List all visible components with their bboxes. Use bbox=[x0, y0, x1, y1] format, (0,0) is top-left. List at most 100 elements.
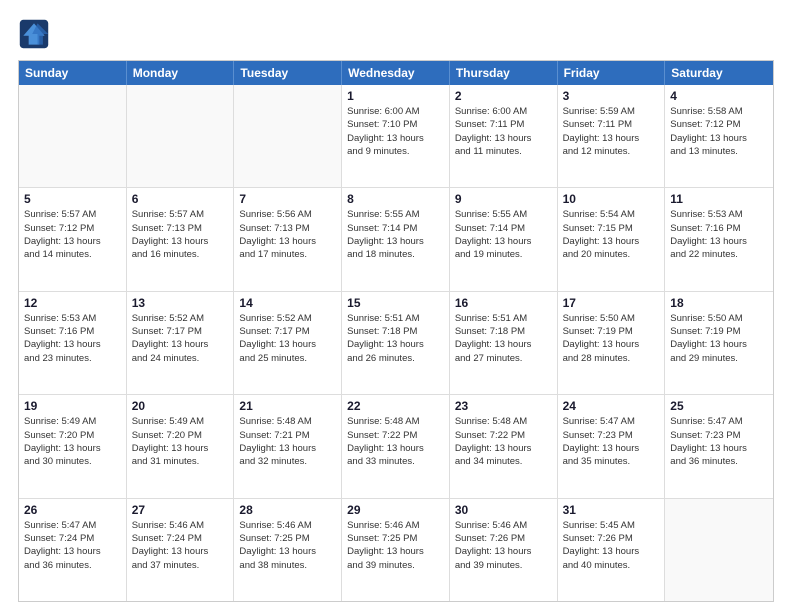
calendar: SundayMondayTuesdayWednesdayThursdayFrid… bbox=[18, 60, 774, 602]
day-number: 3 bbox=[563, 89, 660, 103]
day-number: 25 bbox=[670, 399, 768, 413]
day-number: 14 bbox=[239, 296, 336, 310]
day-info: Sunrise: 5:47 AM Sunset: 7:23 PM Dayligh… bbox=[670, 415, 768, 468]
day-info: Sunrise: 5:59 AM Sunset: 7:11 PM Dayligh… bbox=[563, 105, 660, 158]
calendar-row: 26 Sunrise: 5:47 AM Sunset: 7:24 PM Dayli… bbox=[19, 499, 773, 601]
day-number: 27 bbox=[132, 503, 229, 517]
calendar-header-day: Sunday bbox=[19, 61, 127, 85]
calendar-header-day: Monday bbox=[127, 61, 235, 85]
day-info: Sunrise: 5:56 AM Sunset: 7:13 PM Dayligh… bbox=[239, 208, 336, 261]
calendar-cell: 4 Sunrise: 5:58 AM Sunset: 7:12 PM Daylig… bbox=[665, 85, 773, 187]
day-number: 15 bbox=[347, 296, 444, 310]
calendar-header: SundayMondayTuesdayWednesdayThursdayFrid… bbox=[19, 61, 773, 85]
calendar-cell: 13 Sunrise: 5:52 AM Sunset: 7:17 PM Dayli… bbox=[127, 292, 235, 394]
calendar-cell: 11 Sunrise: 5:53 AM Sunset: 7:16 PM Dayli… bbox=[665, 188, 773, 290]
logo bbox=[18, 18, 54, 50]
day-number: 8 bbox=[347, 192, 444, 206]
day-info: Sunrise: 5:55 AM Sunset: 7:14 PM Dayligh… bbox=[455, 208, 552, 261]
calendar-cell: 6 Sunrise: 5:57 AM Sunset: 7:13 PM Daylig… bbox=[127, 188, 235, 290]
day-number: 22 bbox=[347, 399, 444, 413]
calendar-cell bbox=[19, 85, 127, 187]
day-number: 31 bbox=[563, 503, 660, 517]
calendar-cell: 28 Sunrise: 5:46 AM Sunset: 7:25 PM Dayli… bbox=[234, 499, 342, 601]
logo-icon bbox=[18, 18, 50, 50]
day-number: 17 bbox=[563, 296, 660, 310]
day-number: 7 bbox=[239, 192, 336, 206]
calendar-body: 1 Sunrise: 6:00 AM Sunset: 7:10 PM Daylig… bbox=[19, 85, 773, 601]
calendar-row: 5 Sunrise: 5:57 AM Sunset: 7:12 PM Daylig… bbox=[19, 188, 773, 291]
calendar-cell: 20Sunrise: 5:49 AM Sunset: 7:20 PM Dayli… bbox=[127, 395, 235, 497]
day-info: Sunrise: 5:48 AM Sunset: 7:22 PM Dayligh… bbox=[347, 415, 444, 468]
calendar-cell: 15Sunrise: 5:51 AM Sunset: 7:18 PM Dayli… bbox=[342, 292, 450, 394]
day-number: 13 bbox=[132, 296, 229, 310]
day-number: 2 bbox=[455, 89, 552, 103]
day-info: Sunrise: 5:55 AM Sunset: 7:14 PM Dayligh… bbox=[347, 208, 444, 261]
calendar-cell: 3 Sunrise: 5:59 AM Sunset: 7:11 PM Daylig… bbox=[558, 85, 666, 187]
day-info: Sunrise: 5:50 AM Sunset: 7:19 PM Dayligh… bbox=[670, 312, 768, 365]
day-number: 19 bbox=[24, 399, 121, 413]
calendar-header-day: Wednesday bbox=[342, 61, 450, 85]
calendar-header-day: Saturday bbox=[665, 61, 773, 85]
day-info: Sunrise: 5:46 AM Sunset: 7:25 PM Dayligh… bbox=[239, 519, 336, 572]
calendar-cell bbox=[127, 85, 235, 187]
calendar-cell: 24Sunrise: 5:47 AM Sunset: 7:23 PM Dayli… bbox=[558, 395, 666, 497]
day-number: 23 bbox=[455, 399, 552, 413]
day-info: Sunrise: 5:53 AM Sunset: 7:16 PM Dayligh… bbox=[670, 208, 768, 261]
day-info: Sunrise: 5:48 AM Sunset: 7:21 PM Dayligh… bbox=[239, 415, 336, 468]
calendar-cell: 22 Sunrise: 5:48 AM Sunset: 7:22 PM Dayli… bbox=[342, 395, 450, 497]
day-info: Sunrise: 5:51 AM Sunset: 7:18 PM Dayligh… bbox=[455, 312, 552, 365]
calendar-cell: 16Sunrise: 5:51 AM Sunset: 7:18 PM Dayli… bbox=[450, 292, 558, 394]
calendar-row: 1 Sunrise: 6:00 AM Sunset: 7:10 PM Daylig… bbox=[19, 85, 773, 188]
header bbox=[18, 18, 774, 50]
calendar-cell bbox=[665, 499, 773, 601]
day-number: 21 bbox=[239, 399, 336, 413]
day-info: Sunrise: 5:50 AM Sunset: 7:19 PM Dayligh… bbox=[563, 312, 660, 365]
calendar-cell: 14Sunrise: 5:52 AM Sunset: 7:17 PM Dayli… bbox=[234, 292, 342, 394]
day-number: 6 bbox=[132, 192, 229, 206]
day-number: 28 bbox=[239, 503, 336, 517]
day-info: Sunrise: 5:52 AM Sunset: 7:17 PM Dayligh… bbox=[132, 312, 229, 365]
day-info: Sunrise: 5:48 AM Sunset: 7:22 PM Dayligh… bbox=[455, 415, 552, 468]
calendar-cell: 10 Sunrise: 5:54 AM Sunset: 7:15 PM Dayli… bbox=[558, 188, 666, 290]
day-number: 29 bbox=[347, 503, 444, 517]
calendar-cell: 9 Sunrise: 5:55 AM Sunset: 7:14 PM Daylig… bbox=[450, 188, 558, 290]
day-number: 26 bbox=[24, 503, 121, 517]
day-number: 12 bbox=[24, 296, 121, 310]
day-number: 9 bbox=[455, 192, 552, 206]
calendar-cell: 27 Sunrise: 5:46 AM Sunset: 7:24 PM Dayli… bbox=[127, 499, 235, 601]
calendar-row: 12 Sunrise: 5:53 AM Sunset: 7:16 PM Dayli… bbox=[19, 292, 773, 395]
day-info: Sunrise: 5:46 AM Sunset: 7:26 PM Dayligh… bbox=[455, 519, 552, 572]
day-number: 11 bbox=[670, 192, 768, 206]
day-info: Sunrise: 5:57 AM Sunset: 7:12 PM Dayligh… bbox=[24, 208, 121, 261]
calendar-cell: 30 Sunrise: 5:46 AM Sunset: 7:26 PM Dayli… bbox=[450, 499, 558, 601]
day-info: Sunrise: 5:45 AM Sunset: 7:26 PM Dayligh… bbox=[563, 519, 660, 572]
day-info: Sunrise: 5:57 AM Sunset: 7:13 PM Dayligh… bbox=[132, 208, 229, 261]
day-info: Sunrise: 5:54 AM Sunset: 7:15 PM Dayligh… bbox=[563, 208, 660, 261]
day-number: 10 bbox=[563, 192, 660, 206]
day-number: 1 bbox=[347, 89, 444, 103]
calendar-cell: 26 Sunrise: 5:47 AM Sunset: 7:24 PM Dayli… bbox=[19, 499, 127, 601]
calendar-header-day: Thursday bbox=[450, 61, 558, 85]
calendar-cell bbox=[234, 85, 342, 187]
day-info: Sunrise: 5:47 AM Sunset: 7:23 PM Dayligh… bbox=[563, 415, 660, 468]
calendar-cell: 17 Sunrise: 5:50 AM Sunset: 7:19 PM Dayli… bbox=[558, 292, 666, 394]
day-number: 30 bbox=[455, 503, 552, 517]
calendar-cell: 21 Sunrise: 5:48 AM Sunset: 7:21 PM Dayli… bbox=[234, 395, 342, 497]
calendar-cell: 25 Sunrise: 5:47 AM Sunset: 7:23 PM Dayli… bbox=[665, 395, 773, 497]
day-info: Sunrise: 5:46 AM Sunset: 7:24 PM Dayligh… bbox=[132, 519, 229, 572]
day-info: Sunrise: 6:00 AM Sunset: 7:10 PM Dayligh… bbox=[347, 105, 444, 158]
day-number: 5 bbox=[24, 192, 121, 206]
calendar-cell: 8 Sunrise: 5:55 AM Sunset: 7:14 PM Daylig… bbox=[342, 188, 450, 290]
day-number: 4 bbox=[670, 89, 768, 103]
day-info: Sunrise: 5:47 AM Sunset: 7:24 PM Dayligh… bbox=[24, 519, 121, 572]
day-info: Sunrise: 5:49 AM Sunset: 7:20 PM Dayligh… bbox=[132, 415, 229, 468]
calendar-header-day: Tuesday bbox=[234, 61, 342, 85]
day-info: Sunrise: 5:58 AM Sunset: 7:12 PM Dayligh… bbox=[670, 105, 768, 158]
calendar-row: 19 Sunrise: 5:49 AM Sunset: 7:20 PM Dayli… bbox=[19, 395, 773, 498]
day-number: 18 bbox=[670, 296, 768, 310]
calendar-cell: 18 Sunrise: 5:50 AM Sunset: 7:19 PM Dayli… bbox=[665, 292, 773, 394]
calendar-header-day: Friday bbox=[558, 61, 666, 85]
day-info: Sunrise: 5:53 AM Sunset: 7:16 PM Dayligh… bbox=[24, 312, 121, 365]
calendar-cell: 2Sunrise: 6:00 AM Sunset: 7:11 PM Daylig… bbox=[450, 85, 558, 187]
calendar-cell: 19Sunrise: 5:49 AM Sunset: 7:20 PM Dayli… bbox=[19, 395, 127, 497]
